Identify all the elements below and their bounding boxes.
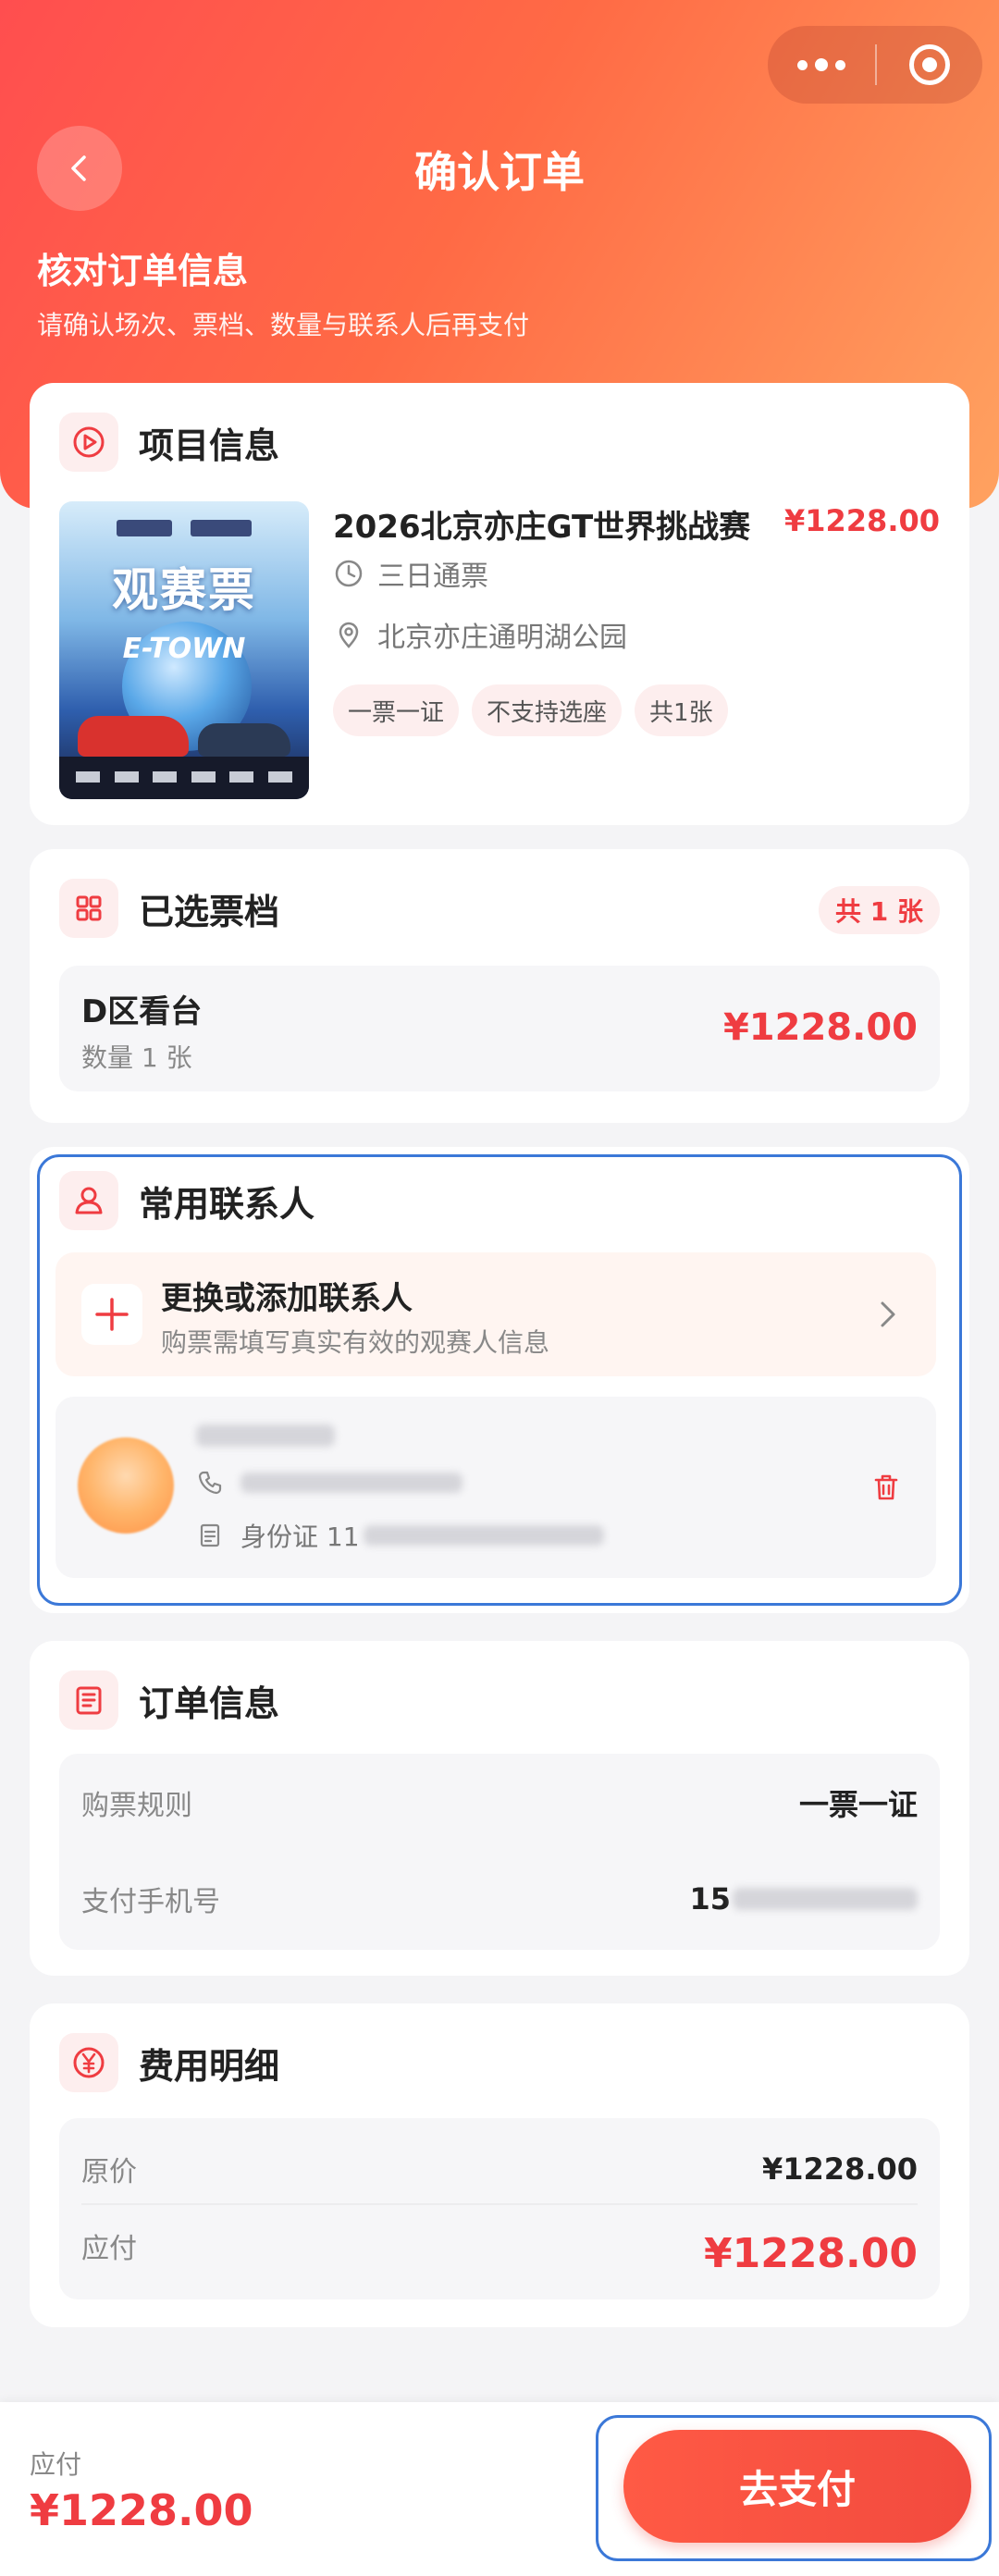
contact-phone-row <box>196 1469 462 1497</box>
phone-icon <box>198 1471 222 1495</box>
add-contact-row[interactable]: 更换或添加联系人 购票需填写真实有效的观赛人信息 <box>56 1252 936 1376</box>
project-info-card: 项目信息 观赛票 E-TOWN 2026北京亦庄GT世界挑战赛 ¥1228.00… <box>30 383 969 825</box>
fee-divider <box>81 2203 918 2205</box>
play-icon <box>59 413 118 472</box>
clock-icon <box>335 560 363 587</box>
tag: 一票一证 <box>333 684 460 736</box>
section-title-project: 项目信息 <box>139 425 280 466</box>
ticket-count-badge: 共 1 张 <box>819 886 940 934</box>
section-title-tier: 已选票档 <box>139 891 280 932</box>
hero-subtitle: 请确认场次、票档、数量与联系人后再支付 <box>37 310 530 340</box>
brand-logo <box>117 520 252 536</box>
tier-row: D区看台 数量 1 张 ¥1228.00 <box>59 966 940 1091</box>
payable-value: ¥1228.00 <box>703 2229 918 2277</box>
user-icon <box>59 1171 118 1230</box>
tag: 共1张 <box>635 684 728 736</box>
hero-title: 核对订单信息 <box>37 251 249 291</box>
order-info-card: 订单信息 购票规则 一票一证 支付手机号 15 <box>30 1641 969 1976</box>
selected-tier-card: 已选票档 共 1 张 D区看台 数量 1 张 ¥1228.00 <box>30 849 969 1123</box>
list-icon <box>59 1670 118 1730</box>
checkout-amount: ¥1228.00 <box>30 2485 253 2535</box>
add-contact-subtitle: 购票需填写真实有效的观赛人信息 <box>161 1327 550 1358</box>
venue-row: 北京亦庄通明湖公园 <box>333 614 627 655</box>
tier-quantity: 数量 1 张 <box>81 1042 192 1073</box>
event-poster[interactable]: 观赛票 E-TOWN <box>59 501 309 799</box>
section-title-order: 订单信息 <box>139 1682 280 1724</box>
poster-title: 观赛票 <box>112 563 256 617</box>
tier-price: ¥1228.00 <box>722 1006 918 1049</box>
tag-list: 一票一证 不支持选座 共1张 <box>333 684 741 736</box>
document-icon <box>200 1523 220 1547</box>
payment-phone-row: 支付手机号 15 <box>81 1874 918 1924</box>
purchase-rule-label: 购票规则 <box>81 1790 192 1822</box>
event-price: ¥1228.00 <box>783 503 940 538</box>
checkout-bar: 应付 ¥1228.00 去支付 <box>0 2402 999 2576</box>
contact-id-row: 身份证 11 <box>196 1517 604 1554</box>
contact-item[interactable]: 身份证 11 <box>56 1397 936 1578</box>
poster-car-red <box>78 716 189 757</box>
more-icon[interactable] <box>768 26 875 104</box>
poster-subtitle: E-TOWN <box>122 633 246 665</box>
contact-id-redacted <box>363 1525 604 1546</box>
checkout-label: 应付 <box>30 2449 82 2480</box>
add-contact-title: 更换或添加联系人 <box>161 1280 413 1317</box>
venue-name: 北京亦庄通明湖公园 <box>377 622 627 654</box>
tier-name: D区看台 <box>81 993 203 1030</box>
ticket-type: 三日通票 <box>377 561 488 593</box>
event-name: 2026北京亦庄GT世界挑战赛 <box>333 509 751 546</box>
contact-id-label: 身份证 11 <box>240 1522 360 1552</box>
payment-phone-value: 15 <box>689 1881 731 1917</box>
original-price-label: 原价 <box>81 2156 137 2188</box>
order-info-list: 购票规则 一票一证 支付手机号 15 <box>59 1754 940 1950</box>
close-program-icon[interactable] <box>877 26 982 104</box>
chevron-right-icon <box>881 1301 895 1327</box>
contacts-card: 常用联系人 更换或添加联系人 购票需填写真实有效的观赛人信息 身份证 11 <box>30 1147 969 1613</box>
payable-label: 应付 <box>81 2233 137 2265</box>
fee-list: 原价 ¥1228.00 应付 ¥1228.00 <box>59 2118 940 2299</box>
contact-name-redacted <box>196 1424 335 1447</box>
purchase-rule-value: 一票一证 <box>798 1787 918 1822</box>
page-title: 确认订单 <box>414 147 585 197</box>
payment-phone-value-wrap: 15 <box>689 1881 918 1917</box>
original-price-row: 原价 ¥1228.00 <box>81 2144 918 2194</box>
delete-icon[interactable] <box>870 1471 903 1504</box>
grid-icon <box>59 879 118 938</box>
ticket-type-row: 三日通票 <box>333 553 488 594</box>
section-title-contacts: 常用联系人 <box>139 1183 315 1225</box>
tag: 不支持选座 <box>472 684 623 736</box>
yuan-icon <box>59 2033 118 2092</box>
payment-phone-redacted <box>733 1888 918 1910</box>
pay-button[interactable]: 去支付 <box>623 2430 971 2543</box>
section-title-fees: 费用明细 <box>139 2045 280 2087</box>
avatar <box>78 1437 174 1534</box>
contact-phone-redacted <box>240 1473 462 1493</box>
plus-icon <box>81 1284 142 1345</box>
payable-row: 应付 ¥1228.00 <box>81 2225 918 2281</box>
payment-phone-label: 支付手机号 <box>81 1886 220 1918</box>
location-pin-icon <box>339 622 359 648</box>
fee-details-card: 费用明细 原价 ¥1228.00 应付 ¥1228.00 <box>30 2003 969 2327</box>
original-price-value: ¥1228.00 <box>761 2151 918 2187</box>
purchase-rule-row: 购票规则 一票一证 <box>81 1778 918 1828</box>
mini-program-capsule <box>768 26 982 104</box>
sponsor-logos <box>76 771 292 784</box>
poster-car-dark <box>198 723 290 757</box>
